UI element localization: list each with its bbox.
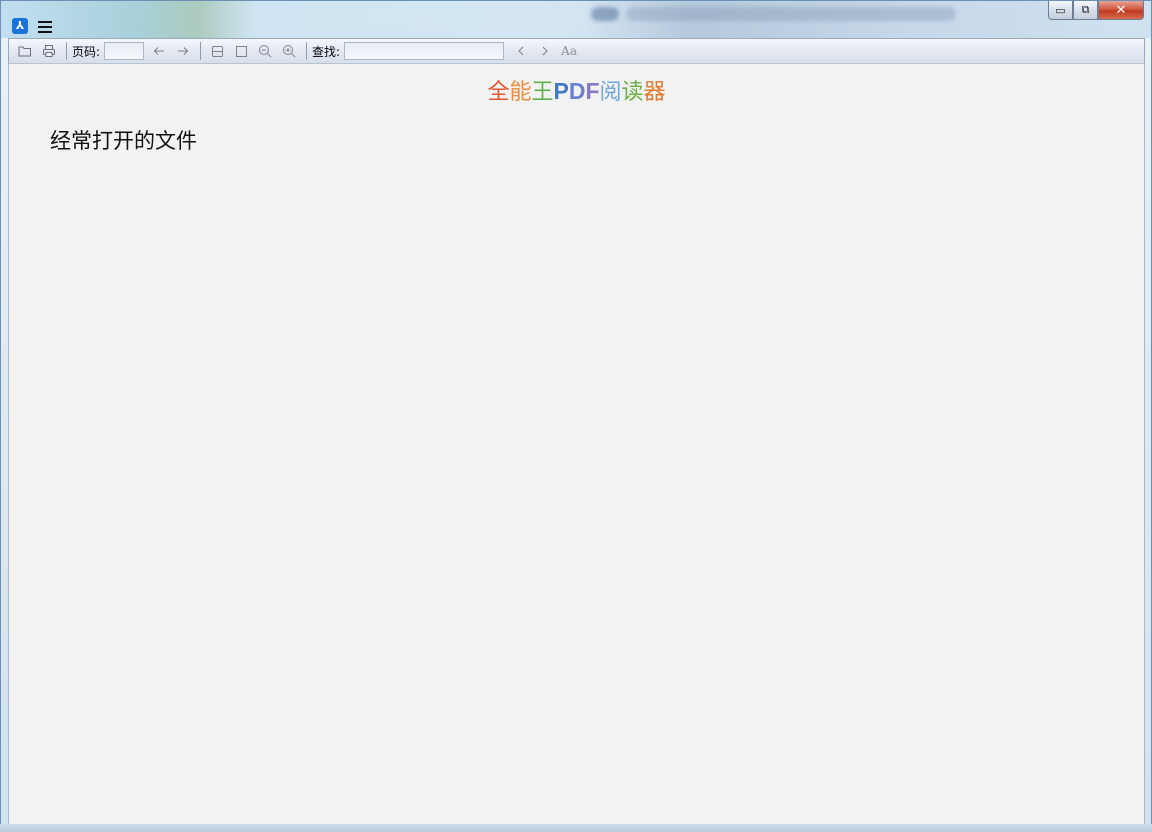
match-case-icon: Aa [561, 44, 577, 58]
fit-page-button[interactable] [230, 41, 252, 61]
toolbar-separator [66, 42, 67, 60]
fit-width-icon [211, 45, 223, 57]
brand-char: 能 [509, 80, 532, 105]
search-label: 查找: [312, 44, 341, 59]
hamburger-menu-icon[interactable] [38, 21, 52, 33]
next-page-button[interactable] [172, 41, 194, 61]
print-icon [43, 45, 55, 57]
toolbar-separator [306, 42, 308, 60]
match-case-button[interactable]: Aa [558, 41, 580, 61]
brand-char: 器 [643, 80, 666, 105]
brand-char: 全 [487, 80, 510, 105]
arrow-right-icon [178, 47, 189, 55]
previous-page-button[interactable] [148, 41, 170, 61]
fit-width-button[interactable] [206, 41, 228, 61]
brand-char: P [553, 78, 569, 104]
close-button[interactable]: ✕ [1098, 1, 1144, 20]
search-input[interactable] [344, 42, 505, 60]
blurred-background-text [626, 7, 956, 21]
chevron-left-icon [518, 46, 524, 56]
zoom-out-icon [259, 45, 272, 58]
toolbar-separator [200, 42, 202, 60]
toolbar: 页码: 查找: Aa [8, 38, 1145, 64]
title-bar[interactable]: ⅄ ▭ ⧉ ✕ [1, 1, 1151, 38]
open-file-button[interactable] [14, 41, 36, 61]
brand-char: 读 [621, 80, 644, 105]
zoom-out-button[interactable] [254, 41, 276, 61]
recent-files-heading: 经常打开的文件 [50, 129, 197, 153]
folder-open-icon [18, 46, 31, 57]
page-number-input[interactable] [104, 42, 145, 60]
zoom-in-icon [283, 45, 296, 58]
chevron-right-icon [542, 46, 548, 56]
window-bottom-frame [0, 824, 1152, 832]
brand-char: D [568, 78, 586, 104]
zoom-in-button[interactable] [278, 41, 300, 61]
brand-char: 阅 [599, 80, 622, 105]
app-brand-title: 全能王PDF阅读器 [9, 74, 1144, 106]
document-area: 全能王PDF阅读器 经常打开的文件 [8, 64, 1145, 825]
restore-button[interactable]: ⧉ [1073, 1, 1098, 20]
arrow-left-icon [153, 47, 165, 55]
find-previous-button[interactable] [510, 41, 532, 61]
minimize-button[interactable]: ▭ [1048, 1, 1073, 20]
fit-page-icon [235, 45, 247, 57]
window-controls: ▭ ⧉ ✕ [1048, 1, 1144, 21]
blurred-taskbar-thumbnail [591, 7, 619, 21]
brand-char: F [585, 78, 600, 104]
app-window: ⅄ ▭ ⧉ ✕ 页码: 查找: Aa 全能王PDF阅读器 经常打开的文件 [0, 0, 1152, 832]
find-next-button[interactable] [534, 41, 556, 61]
brand-char: 王 [531, 80, 554, 105]
print-button[interactable] [38, 41, 60, 61]
pdf-app-icon[interactable]: ⅄ [12, 18, 28, 34]
page-label: 页码: [72, 44, 101, 59]
